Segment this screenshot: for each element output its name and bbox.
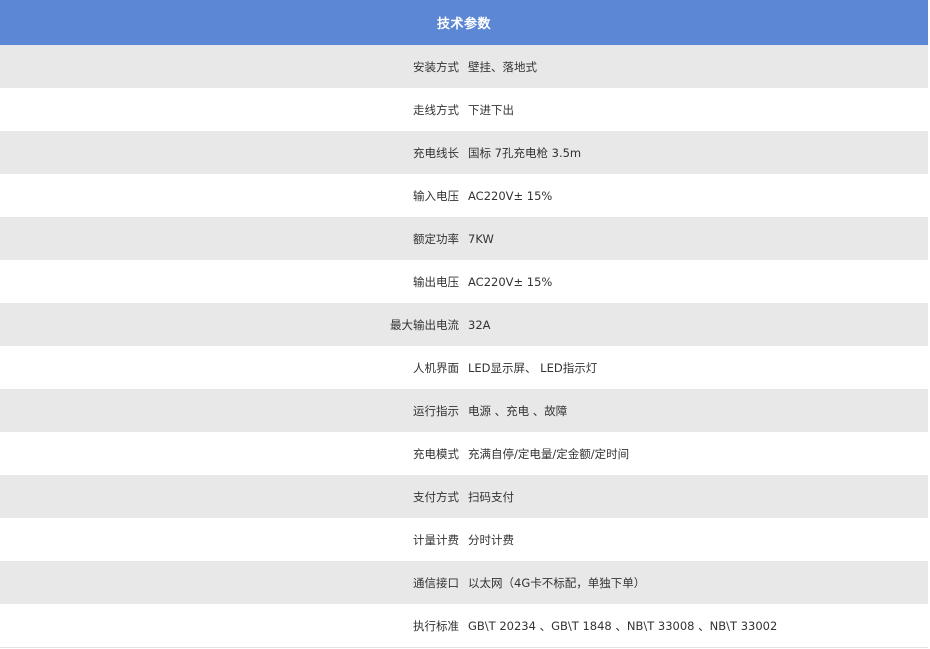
spec-table: 技术参数 安装方式 壁挂、落地式 走线方式 下进下出 充电线长 国标 7孔充电枪… [0, 0, 928, 647]
table-row: 最大输出电流 32A [0, 303, 928, 346]
spec-label: 额定功率 [413, 231, 459, 246]
table-row: 充电模式 充满自停/定电量/定金额/定时间 [0, 432, 928, 475]
table-row: 通信接口 以太网（4G卡不标配，单独下单） [0, 561, 928, 604]
spec-label: 执行标准 [413, 618, 459, 633]
spec-label: 充电线长 [413, 145, 459, 160]
spec-label: 充电模式 [413, 446, 459, 461]
spec-value: 壁挂、落地式 [468, 59, 537, 74]
spec-label: 计量计费 [413, 532, 459, 547]
table-row: 运行指示 电源 、充电 、故障 [0, 389, 928, 432]
table-title: 技术参数 [0, 0, 928, 45]
spec-label: 运行指示 [413, 403, 459, 418]
spec-value: AC220V± 15% [468, 274, 553, 289]
table-row: 计量计费 分时计费 [0, 518, 928, 561]
spec-label: 通信接口 [413, 575, 459, 590]
spec-label: 输出电压 [413, 274, 459, 289]
spec-value: LED显示屏、 LED指示灯 [468, 360, 598, 375]
spec-label: 最大输出电流 [390, 317, 459, 332]
table-row: 执行标准 GB\T 20234 、GB\T 1848 、NB\T 33008 、… [0, 604, 928, 647]
spec-value: 电源 、充电 、故障 [468, 403, 568, 418]
table-row: 充电线长 国标 7孔充电枪 3.5m [0, 131, 928, 174]
table-row: 安装方式 壁挂、落地式 [0, 45, 928, 88]
table-row: 输出电压 AC220V± 15% [0, 260, 928, 303]
table-row: 输入电压 AC220V± 15% [0, 174, 928, 217]
spec-value: 国标 7孔充电枪 3.5m [468, 145, 582, 160]
spec-value: AC220V± 15% [468, 188, 553, 203]
spec-body: 安装方式 壁挂、落地式 走线方式 下进下出 充电线长 国标 7孔充电枪 3.5m… [0, 45, 928, 647]
table-row: 额定功率 7KW [0, 217, 928, 260]
table-row: 支付方式 扫码支付 [0, 475, 928, 518]
spec-value: 扫码支付 [468, 489, 514, 504]
table-row: 人机界面 LED显示屏、 LED指示灯 [0, 346, 928, 389]
bottom-divider [0, 647, 928, 648]
spec-value: 以太网（4G卡不标配，单独下单） [468, 575, 646, 590]
table-row: 走线方式 下进下出 [0, 88, 928, 131]
spec-label: 走线方式 [413, 102, 459, 117]
spec-value: 分时计费 [468, 532, 514, 547]
spec-value: GB\T 20234 、GB\T 1848 、NB\T 33008 、NB\T … [468, 618, 778, 633]
spec-value: 充满自停/定电量/定金额/定时间 [468, 446, 630, 461]
spec-label: 输入电压 [413, 188, 459, 203]
spec-label: 支付方式 [413, 489, 459, 504]
spec-value: 下进下出 [468, 102, 514, 117]
spec-value: 32A [468, 317, 491, 332]
spec-value: 7KW [468, 231, 494, 246]
spec-label: 安装方式 [413, 59, 459, 74]
spec-label: 人机界面 [413, 360, 459, 375]
